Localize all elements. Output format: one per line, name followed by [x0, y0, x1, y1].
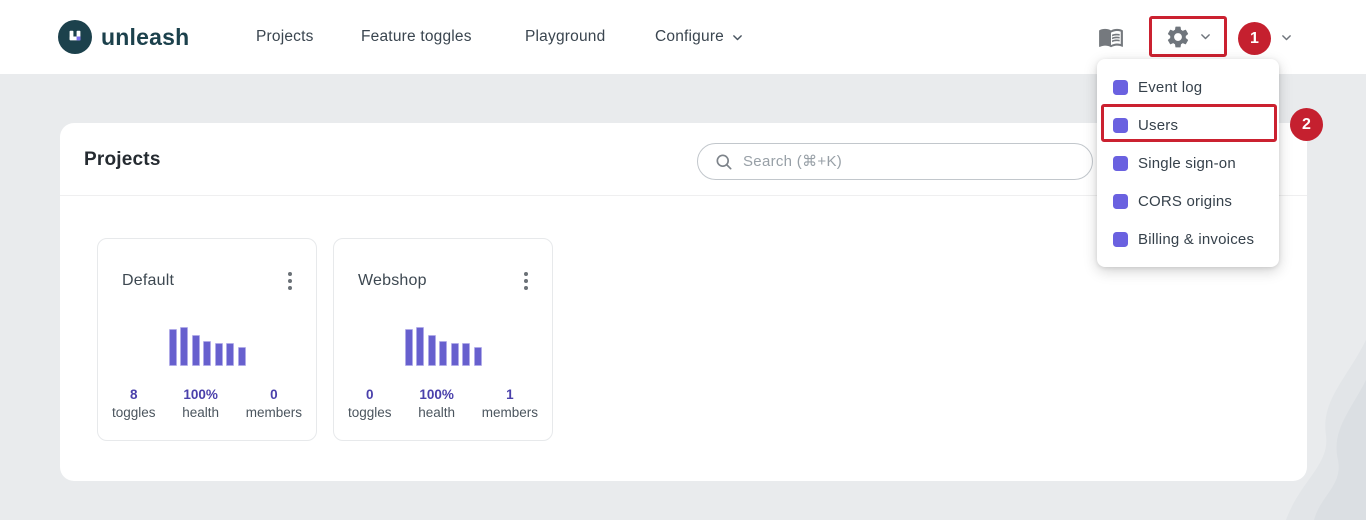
menu-bullet-icon [1113, 232, 1128, 247]
stat-health: 100% health [418, 387, 455, 420]
search-icon [714, 152, 734, 172]
page-title: Projects [84, 123, 161, 196]
stat-health: 100% health [182, 387, 219, 420]
brand-name: unleash [101, 24, 189, 51]
project-card-default[interactable]: Default 8 toggles 100% health 0 members [97, 238, 317, 441]
menu-item-billing-invoices[interactable]: Billing & invoices [1097, 220, 1279, 258]
annotation-step-1-badge: 1 [1238, 22, 1271, 55]
stat-toggles: 8 toggles [112, 387, 156, 420]
kebab-menu-icon[interactable] [520, 268, 532, 294]
settings-dropdown-menu: Event log Users Single sign-on CORS orig… [1097, 59, 1279, 267]
project-name: Default [122, 272, 174, 290]
menu-bullet-icon [1113, 194, 1128, 209]
annotation-step-2-badge: 2 [1290, 108, 1323, 141]
menu-item-users[interactable]: Users [1097, 106, 1279, 144]
stat-members: 1 members [482, 387, 538, 420]
stat-toggles: 0 toggles [348, 387, 392, 420]
menu-item-event-log[interactable]: Event log [1097, 68, 1279, 106]
project-card-webshop[interactable]: Webshop 0 toggles 100% health 1 members [333, 238, 553, 441]
project-name: Webshop [358, 272, 427, 290]
search-box[interactable] [697, 143, 1093, 180]
nav-item-configure[interactable]: Configure [655, 0, 744, 74]
menu-bullet-icon [1113, 118, 1128, 133]
gear-icon [1165, 24, 1191, 50]
project-bars-icon [98, 326, 316, 366]
unleash-logo[interactable]: unleash [58, 0, 189, 74]
menu-bullet-icon [1113, 156, 1128, 171]
menu-book-icon [1098, 24, 1124, 50]
menu-item-single-sign-on[interactable]: Single sign-on [1097, 144, 1279, 182]
chevron-down-icon [1280, 31, 1293, 44]
nav-item-feature-toggles[interactable]: Feature toggles [361, 0, 472, 74]
settings-menu-button-highlight[interactable] [1149, 16, 1227, 57]
nav-item-projects[interactable]: Projects [256, 0, 314, 74]
nav-item-playground[interactable]: Playground [525, 0, 605, 74]
chevron-down-icon [1199, 30, 1212, 43]
profile-menu-button[interactable] [1280, 0, 1293, 74]
menu-bullet-icon [1113, 80, 1128, 95]
menu-item-cors-origins[interactable]: CORS origins [1097, 182, 1279, 220]
stat-members: 0 members [246, 387, 302, 420]
project-bars-icon [334, 326, 552, 366]
kebab-menu-icon[interactable] [284, 268, 296, 294]
chevron-down-icon [731, 31, 744, 44]
unleash-logo-icon [58, 20, 92, 54]
search-input[interactable] [743, 153, 1092, 170]
